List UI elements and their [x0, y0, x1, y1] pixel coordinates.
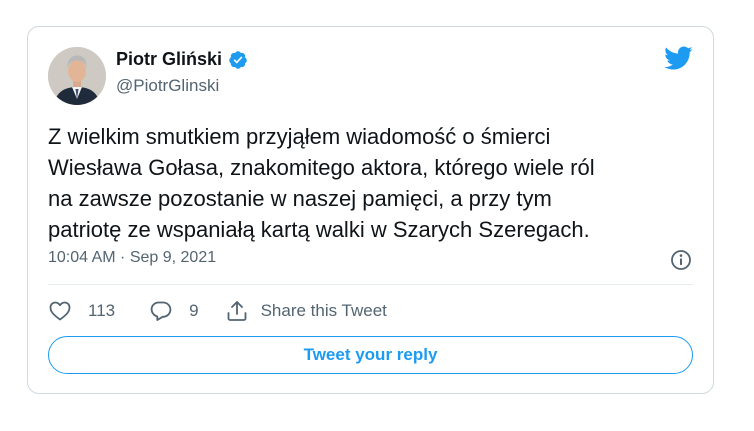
reply-count: 9 [189, 301, 199, 320]
action-bar: 113 9 Share this Tweet [48, 298, 387, 324]
display-name[interactable]: Piotr Gliński [116, 49, 222, 70]
author-handle[interactable]: @PiotrGlinski [116, 76, 219, 96]
tweet-text: Z wielkim smutkiem przyjąłem wiadomość o… [48, 121, 688, 245]
tweet-your-reply-button[interactable]: Tweet your reply [48, 336, 693, 374]
heart-icon [49, 301, 71, 321]
avatar-image [48, 47, 106, 105]
like-count: 113 [88, 301, 116, 320]
tweet-text-line: Wiesława Gołasa, znakomitego aktora, któ… [48, 155, 595, 180]
share-button[interactable]: Share this Tweet [225, 299, 387, 323]
share-icon [227, 301, 246, 321]
divider [48, 284, 693, 285]
tweet-card: Piotr Gliński @PiotrGlinski Z wielkim sm… [27, 26, 714, 394]
tweet-text-line: patriotę ze wspaniałą kartą walki w Szar… [48, 217, 590, 242]
reply-button[interactable]: 9 [149, 299, 199, 323]
verified-badge-icon [229, 50, 247, 69]
reply-bubble-icon [150, 301, 172, 321]
author-name-row: Piotr Gliński [116, 49, 248, 70]
twitter-bird-icon[interactable] [663, 45, 693, 71]
like-button[interactable]: 113 [48, 299, 115, 323]
info-icon[interactable] [669, 248, 693, 272]
tweet-text-line: Z wielkim smutkiem przyjąłem wiadomość o… [48, 124, 551, 149]
tweet-text-line: na zawsze pozostanie w naszej pamięci, a… [48, 186, 552, 211]
share-label: Share this Tweet [260, 301, 387, 320]
tweet-timestamp[interactable]: 10:04 AM · Sep 9, 2021 [48, 249, 216, 267]
avatar[interactable] [48, 47, 106, 105]
